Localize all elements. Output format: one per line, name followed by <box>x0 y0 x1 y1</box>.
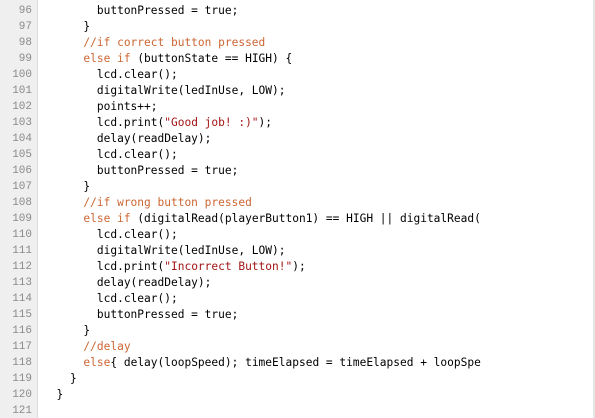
code-line[interactable]: buttonPressed = true; <box>43 3 595 19</box>
code-token: ); <box>292 260 306 273</box>
code-token: buttonPressed = true; <box>43 4 239 17</box>
line-number: 116 <box>12 325 32 337</box>
line-number: 98 <box>18 37 32 49</box>
code-token: } <box>43 180 91 193</box>
code-token: lcd.clear(); <box>43 228 178 241</box>
line-number: 97 <box>18 21 32 33</box>
keyword-token: else if <box>83 212 131 225</box>
line-number: 106 <box>12 165 32 177</box>
code-line[interactable] <box>43 403 595 418</box>
code-token: (buttonState == HIGH) { <box>130 52 293 65</box>
code-token: delay(readDelay); <box>43 132 212 145</box>
line-number: 113 <box>12 277 32 289</box>
line-number: 107 <box>12 181 32 193</box>
code-line[interactable]: } <box>43 179 595 195</box>
code-line[interactable]: digitalWrite(ledInUse, LOW); <box>43 83 595 99</box>
line-number: 118 <box>12 357 32 369</box>
line-number-gutter: 96 97 98 99 100 101 102 103 104 105 106 107 108 109 11… <box>0 0 38 418</box>
code-token: delay(readDelay); <box>43 276 212 289</box>
code-token: lcd.clear(); <box>43 292 178 305</box>
line-number: 115 <box>12 309 32 321</box>
code-line[interactable]: delay(readDelay); <box>43 275 595 291</box>
code-token: digitalWrite(ledInUse, LOW); <box>43 244 286 257</box>
line-number: 117 <box>12 341 32 353</box>
code-area[interactable]: buttonPressed = true; } //if correct but… <box>38 0 595 418</box>
code-line[interactable]: points++; <box>43 99 595 115</box>
code-line[interactable]: else if (buttonState == HIGH) { <box>43 51 595 67</box>
code-token: } <box>43 388 64 401</box>
code-line[interactable]: lcd.clear(); <box>43 227 595 243</box>
code-token: points++; <box>43 100 158 113</box>
code-token: } <box>43 324 91 337</box>
code-token: lcd.print( <box>43 260 165 273</box>
code-token: } <box>43 20 91 33</box>
code-line[interactable]: else if (digitalRead(playerButton1) == H… <box>43 211 595 227</box>
code-token: buttonPressed = true; <box>43 164 239 177</box>
line-number: 119 <box>12 373 32 385</box>
line-number: 104 <box>12 133 32 145</box>
line-number: 103 <box>12 117 32 129</box>
code-line[interactable]: else{ delay(loopSpeed); timeElapsed = ti… <box>43 355 595 371</box>
line-number: 110 <box>12 229 32 241</box>
code-token: buttonPressed = true; <box>43 308 239 321</box>
code-line[interactable]: //delay <box>43 339 595 355</box>
code-line[interactable]: lcd.print("Good job! :)"); <box>43 115 595 131</box>
comment-token: //if wrong button pressed <box>43 196 252 209</box>
line-number: 108 <box>12 197 32 209</box>
line-number: 100 <box>12 69 32 81</box>
string-token: "Good job! :)" <box>164 116 259 129</box>
comment-token: //if correct button pressed <box>43 36 266 49</box>
code-line[interactable]: } <box>43 323 595 339</box>
line-number: 102 <box>12 101 32 113</box>
code-line[interactable]: lcd.clear(); <box>43 291 595 307</box>
code-line[interactable]: } <box>43 371 595 387</box>
keyword-token: else <box>83 356 111 369</box>
line-number: 112 <box>12 261 32 273</box>
line-number: 121 <box>12 405 32 417</box>
code-token: lcd.clear(); <box>43 148 178 161</box>
code-line[interactable]: //if correct button pressed <box>43 35 595 51</box>
code-line[interactable]: buttonPressed = true; <box>43 163 595 179</box>
code-line[interactable]: lcd.clear(); <box>43 67 595 83</box>
code-line[interactable]: digitalWrite(ledInUse, LOW); <box>43 243 595 259</box>
code-line[interactable]: //if wrong button pressed <box>43 195 595 211</box>
code-line[interactable]: buttonPressed = true; <box>43 307 595 323</box>
code-line[interactable]: delay(readDelay); <box>43 131 595 147</box>
line-number: 109 <box>12 213 32 225</box>
code-token: lcd.clear(); <box>43 68 178 81</box>
code-editor[interactable]: 96 97 98 99 100 101 102 103 104 105 106 107 108 109 11… <box>0 0 595 418</box>
code-token: { delay(loopSpeed); timeElapsed = timeEl… <box>110 356 481 369</box>
line-number: 120 <box>12 389 32 401</box>
code-line[interactable]: } <box>43 19 595 35</box>
code-token: ); <box>258 116 273 129</box>
code-line[interactable]: lcd.clear(); <box>43 147 595 163</box>
code-line[interactable]: lcd.print("Incorrect Button!"); <box>43 259 595 275</box>
line-number: 111 <box>12 245 32 257</box>
keyword-token: else if <box>83 52 131 65</box>
comment-token: //delay <box>43 340 131 353</box>
line-number: 96 <box>18 5 32 17</box>
line-number: 101 <box>12 85 32 97</box>
code-line[interactable]: } <box>43 387 595 403</box>
code-token: } <box>43 372 77 385</box>
code-token: lcd.print( <box>43 116 165 129</box>
line-number: 99 <box>18 53 32 65</box>
line-number: 105 <box>12 149 32 161</box>
line-number: 114 <box>12 293 32 305</box>
code-token: (digitalRead(playerButton1) == HIGH || d… <box>130 212 481 225</box>
string-token: "Incorrect Button!" <box>164 260 293 273</box>
code-token: digitalWrite(ledInUse, LOW); <box>43 84 286 97</box>
